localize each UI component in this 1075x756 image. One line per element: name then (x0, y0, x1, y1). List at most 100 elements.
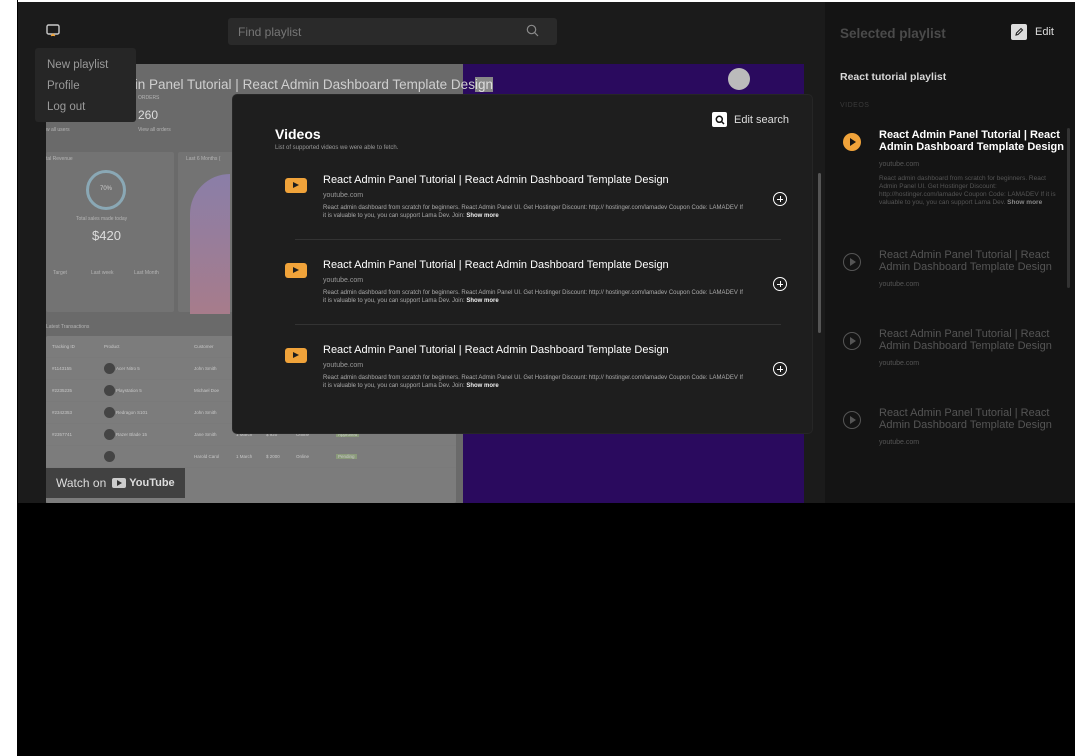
clock-icon[interactable] (728, 68, 750, 90)
show-more-link[interactable]: Show more (466, 383, 498, 389)
divider (295, 239, 781, 240)
youtube-icon (285, 178, 307, 193)
video-source: youtube.com (323, 362, 364, 369)
video-title: React Admin Panel Tutorial | React Admin… (323, 174, 669, 186)
table-cell: Jane Smith (194, 432, 217, 437)
playlist-video-title: React Admin Panel Tutorial | React Admin… (879, 249, 1052, 273)
play-icon[interactable] (843, 332, 861, 350)
panel-title: Selected playlist (840, 26, 946, 41)
youtube-icon (112, 478, 127, 488)
video-controls (728, 68, 794, 90)
description-text: React admin dashboard from scratch for b… (323, 205, 743, 219)
donut-percent: 70% (100, 186, 113, 192)
video-title: dmin Panel Tutorial | React Admin Dashbo… (116, 77, 493, 92)
search-input[interactable]: Find playlist (238, 25, 301, 39)
youtube-logo: YouTube (112, 477, 175, 489)
playlist-video-title: React Admin Panel Tutorial | React Admin… (879, 129, 1064, 153)
table-cell: $ 2000 (266, 454, 280, 459)
table-cell: Razer Blade 15 (116, 432, 148, 437)
area-chart (190, 174, 230, 314)
playlist-video-source: youtube.com (879, 281, 920, 288)
video-description: React admin dashboard from scratch for b… (323, 204, 743, 220)
avatar (104, 451, 115, 462)
add-video-icon[interactable] (773, 192, 787, 206)
video-list-item: React Admin Panel Tutorial | React Admin… (283, 257, 793, 342)
avatar (104, 385, 115, 396)
play-icon[interactable] (843, 411, 861, 429)
show-more-link[interactable]: Show more (466, 298, 498, 304)
total-sales-today: Total sales made today (76, 216, 128, 222)
youtube-icon (285, 263, 307, 278)
modal-subtitle: List of supported videos we were able to… (275, 145, 399, 151)
target-label: Target (53, 270, 67, 276)
show-more-link[interactable]: Show more (466, 213, 498, 219)
add-video-icon[interactable] (773, 277, 787, 291)
table-cell: #1143155 (52, 366, 72, 371)
edit-search-label: Edit search (734, 113, 790, 126)
revenue-donut: 70% (86, 170, 126, 210)
app-logo-icon[interactable] (44, 22, 62, 40)
table-cell: Playstation 5 (116, 388, 142, 393)
view-all-users: w all users (46, 127, 70, 133)
playlist-video-source: youtube.com (879, 161, 920, 168)
playlist-name: React tutorial playlist (840, 71, 947, 83)
orders-label: ORDERS (138, 95, 160, 101)
description-text: React admin dashboard from scratch for b… (323, 375, 743, 389)
app: ORDERS 260 w all users View all orders t… (18, 2, 1075, 756)
menu-item-new-playlist[interactable]: New playlist (47, 55, 124, 76)
playlist-video-title: React Admin Panel Tutorial | React Admin… (879, 328, 1052, 352)
latest-transactions-label: Latest Transactions (46, 324, 90, 330)
youtube-wordmark: YouTube (129, 477, 175, 489)
videos-modal: Videos List of supported videos we were … (233, 95, 821, 433)
video-list-item: React Admin Panel Tutorial | React Admin… (283, 342, 793, 427)
video-title: React Admin Panel Tutorial | React Admin… (323, 344, 669, 356)
table-cell: #2357741 (52, 432, 73, 437)
table-cell: Pending (336, 454, 357, 459)
search-icon[interactable] (526, 24, 539, 42)
table-header: Customer (194, 344, 214, 349)
share-icon[interactable] (772, 68, 794, 90)
video-list-item: React Admin Panel Tutorial | React Admin… (283, 172, 793, 257)
playlist-video-title: React Admin Panel Tutorial | React Admin… (879, 407, 1052, 431)
search-bar[interactable]: Find playlist (228, 18, 557, 45)
divider (295, 324, 781, 325)
video-description: React admin dashboard from scratch for b… (323, 289, 743, 305)
video-title-highlight: ign (474, 77, 493, 92)
orders-value: 260 (138, 108, 159, 122)
play-icon[interactable] (843, 133, 861, 151)
user-menu: New playlist Profile Log out (35, 48, 136, 122)
table-cell: #2342353 (52, 410, 73, 415)
menu-item-log-out[interactable]: Log out (47, 97, 124, 118)
modal-scrollbar[interactable] (818, 173, 821, 333)
play-icon[interactable] (843, 253, 861, 271)
table-cell: John Smith (194, 410, 217, 415)
video-source: youtube.com (323, 277, 364, 284)
add-video-icon[interactable] (773, 362, 787, 376)
revenue-amount: $420 (92, 228, 121, 243)
show-more-link[interactable]: Show more (1007, 199, 1042, 206)
modal-title: Videos (275, 126, 321, 142)
avatar (104, 429, 115, 440)
table-header: Tracking ID (52, 344, 75, 349)
table-cell: John Smith (194, 366, 217, 371)
table-cell: Michael Doe (194, 388, 220, 393)
last-month-label: Last Month (134, 270, 159, 276)
edit-label: Edit (1035, 26, 1054, 38)
playlist-video-source: youtube.com (879, 360, 920, 367)
watch-on-youtube[interactable]: Watch on YouTube (46, 468, 185, 498)
table-cell: Acer Nitro 5 (116, 366, 140, 371)
selected-playlist-panel: Selected playlist Edit React tutorial pl… (825, 2, 1075, 503)
table-row: Harold Carol 1 March $ 2000 Online Pending (46, 446, 456, 468)
playlist-video-source: youtube.com (879, 439, 920, 446)
menu-item-profile[interactable]: Profile (47, 76, 124, 97)
frame-left (0, 0, 18, 756)
panel-scrollbar[interactable] (1067, 128, 1070, 288)
top-bar: Find playlist (18, 2, 825, 60)
last-week-label: Last week (91, 270, 114, 276)
avatar (104, 407, 115, 418)
edit-search-button[interactable]: Edit search (712, 112, 789, 127)
table-cell: Online (296, 454, 310, 459)
table-header: Product (104, 344, 120, 349)
total-revenue-label: tal Revenue (46, 156, 73, 162)
edit-playlist-button[interactable]: Edit (1011, 24, 1054, 40)
